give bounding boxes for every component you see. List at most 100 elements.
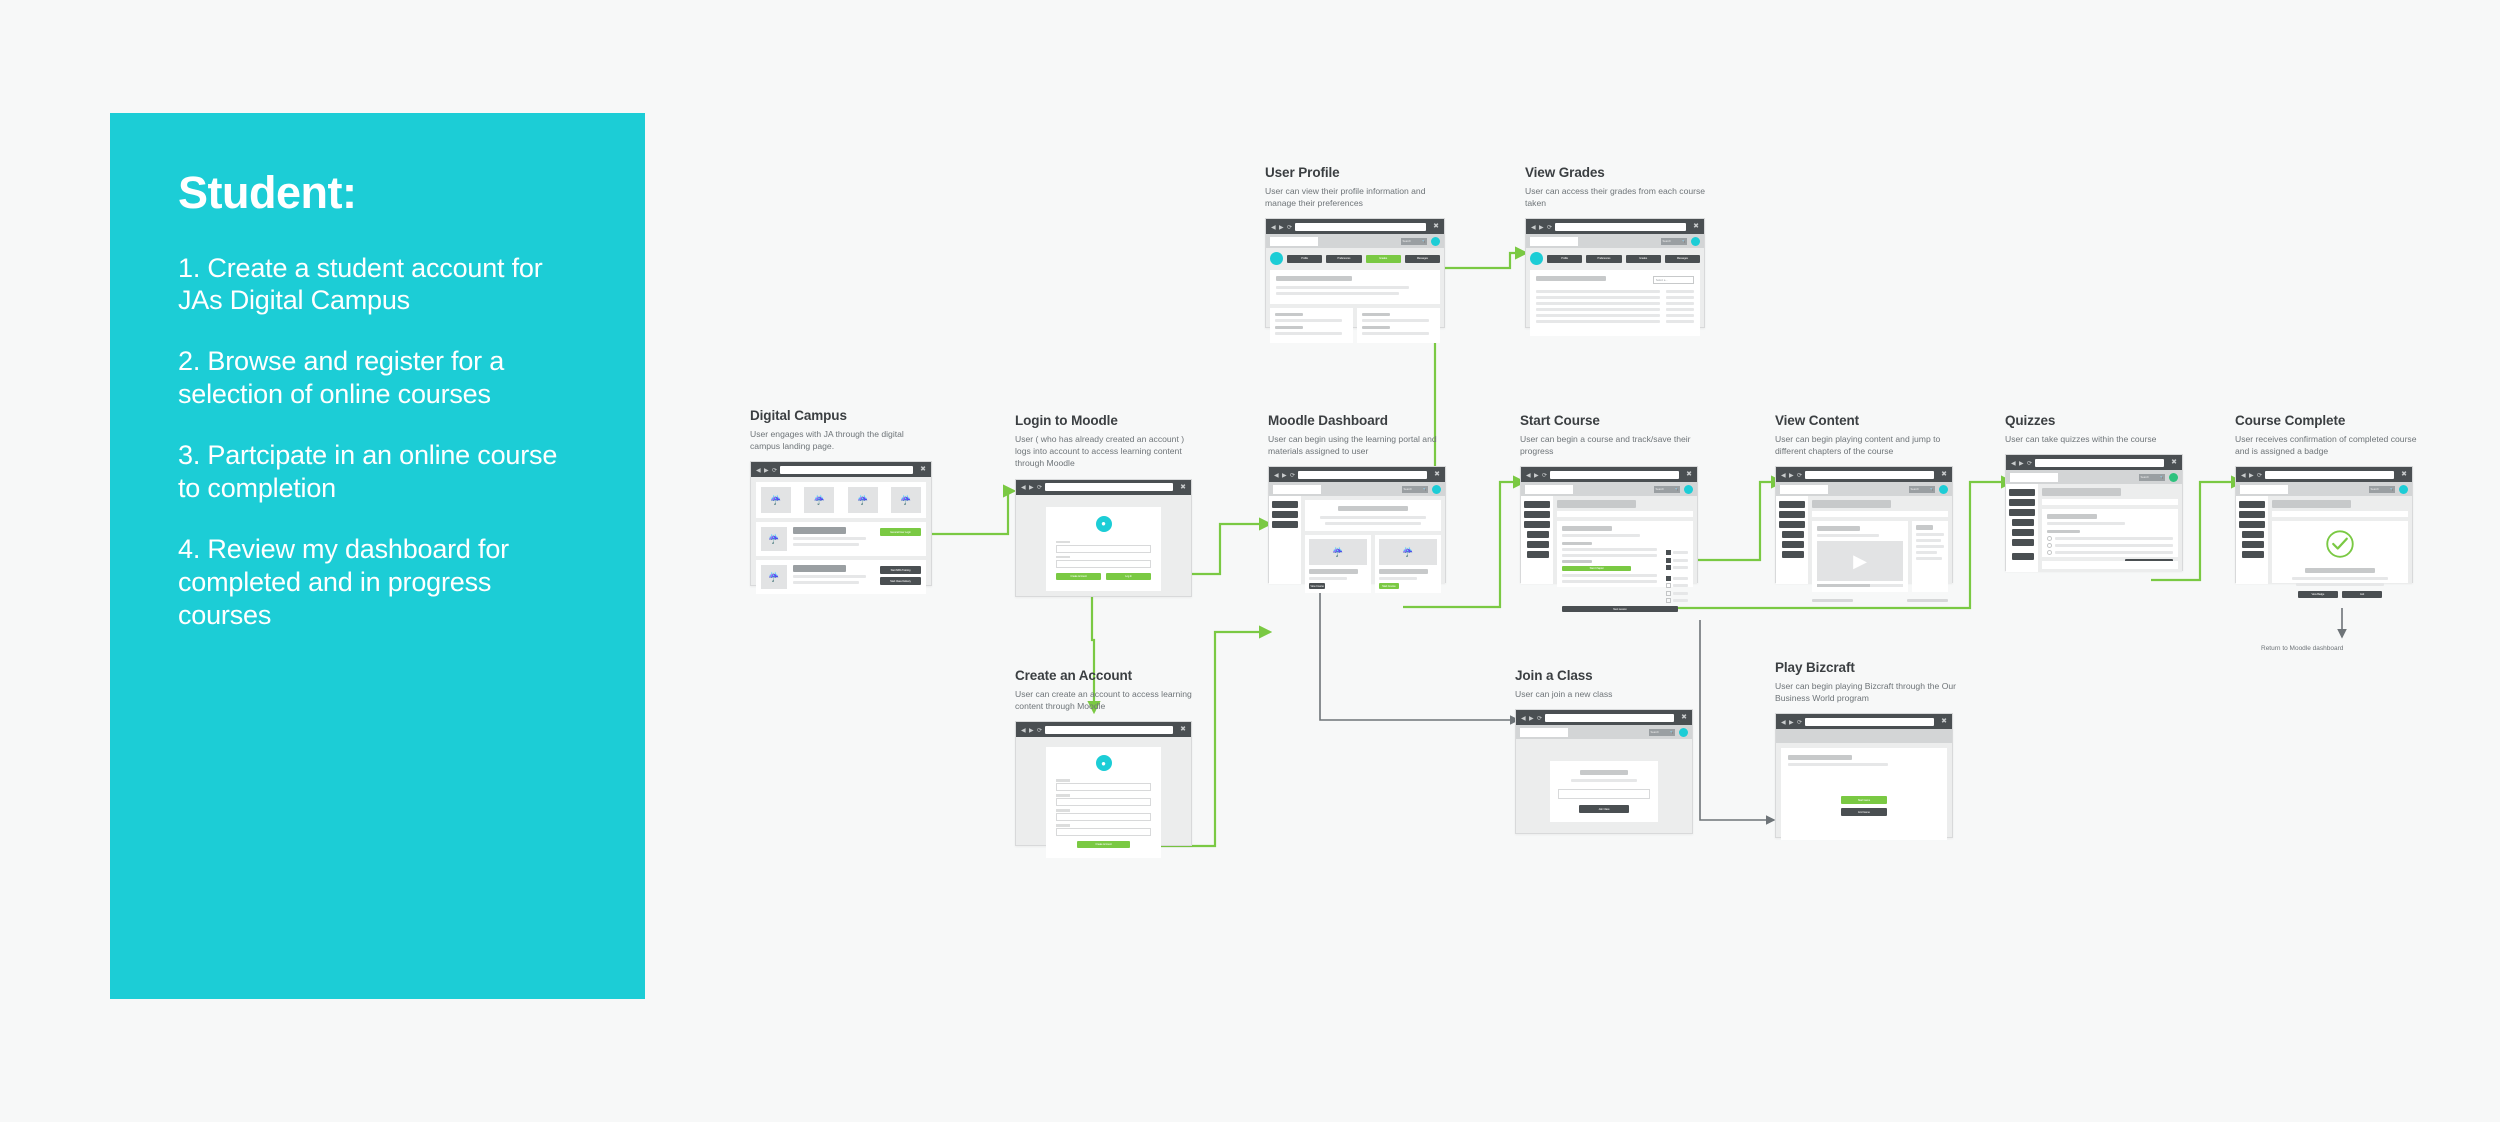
avatar[interactable]	[1431, 236, 1440, 246]
close-icon[interactable]: ✖	[1180, 484, 1186, 491]
search-input[interactable]: Search 🔍	[2139, 473, 2165, 481]
address-bar[interactable]	[1545, 713, 1675, 722]
sidebar-item-dashboard[interactable]	[2009, 489, 2035, 497]
close-icon[interactable]: ✖	[1693, 223, 1699, 230]
reload-icon[interactable]: ⟳	[1287, 225, 1292, 231]
reload-icon[interactable]: ⟳	[2257, 473, 2262, 479]
back-icon[interactable]: ◀	[2011, 461, 2016, 467]
next-lesson-button[interactable]: Next Lesson	[1562, 606, 1678, 613]
end-game-button[interactable]: End Game	[1841, 808, 1887, 817]
close-icon[interactable]: ✖	[1434, 471, 1440, 478]
email-field[interactable]	[1056, 813, 1151, 822]
video-progress[interactable]	[1817, 584, 1903, 588]
sidebar-item-grades[interactable]	[2242, 531, 2264, 539]
sidebar-item-dashboard[interactable]	[2239, 501, 2265, 509]
back-icon[interactable]: ◀	[1021, 728, 1026, 734]
course-card[interactable]: ☔ Start Course	[1375, 535, 1441, 594]
close-icon[interactable]: ✖	[2171, 459, 2177, 466]
back-icon[interactable]: ◀	[1526, 473, 1531, 479]
sidebar-item-submit[interactable]	[2012, 553, 2034, 561]
forward-icon[interactable]: ▶	[1529, 716, 1534, 722]
sidebar-item-my-courses[interactable]	[1272, 521, 1298, 529]
course-card[interactable]: ☔ View Course	[1305, 535, 1371, 594]
sidebar-item-join-class[interactable]	[1524, 511, 1550, 519]
course-select[interactable]: Select a...	[1652, 276, 1694, 285]
forward-icon[interactable]: ▶	[1539, 225, 1544, 231]
address-bar[interactable]	[1805, 717, 1935, 726]
sidebar-item-grades[interactable]	[1527, 531, 1549, 539]
start-chapter-button[interactable]: Start Chapter	[1562, 566, 1632, 572]
reload-icon[interactable]: ⟳	[1037, 485, 1042, 491]
tab-profile[interactable]: Profile	[1547, 254, 1583, 263]
create-account-button[interactable]: Create Account	[1056, 572, 1101, 580]
sidebar-item-video-intro[interactable]	[1527, 541, 1549, 549]
close-icon[interactable]: ✖	[1941, 718, 1947, 725]
sidebar-item-extra-resources[interactable]	[1527, 551, 1549, 559]
reload-icon[interactable]: ⟳	[1537, 716, 1542, 722]
forward-icon[interactable]: ▶	[1282, 473, 1287, 479]
search-input[interactable]: Search 🔍	[2369, 485, 2395, 493]
quiz-option-radio[interactable]	[2047, 536, 2052, 542]
forward-icon[interactable]: ▶	[1029, 728, 1034, 734]
back-icon[interactable]: ◀	[756, 468, 761, 474]
address-bar[interactable]	[1550, 470, 1680, 479]
address-bar[interactable]	[780, 465, 914, 474]
reload-icon[interactable]: ⟳	[2027, 461, 2032, 467]
avatar[interactable]	[1432, 484, 1441, 494]
sidebar-item-join-class[interactable]	[2239, 511, 2265, 519]
close-icon[interactable]: ✖	[1433, 223, 1439, 230]
close-icon[interactable]: ✖	[2401, 471, 2407, 478]
reload-icon[interactable]: ⟳	[1797, 473, 1802, 479]
close-icon[interactable]: ✖	[1681, 714, 1687, 721]
join-class-button[interactable]: Join Class	[1579, 805, 1629, 814]
last-name-field[interactable]	[1056, 798, 1151, 807]
class-code-field[interactable]	[1558, 789, 1650, 800]
exit-button[interactable]: Exit	[2342, 591, 2383, 599]
tab-preferences[interactable]: Preferences	[1326, 254, 1362, 263]
log-in-button[interactable]: Log In	[1106, 572, 1151, 580]
start-mba-training-button[interactable]: Start MBA Training	[880, 566, 921, 575]
sidebar-item-extra-resources[interactable]	[2012, 539, 2034, 547]
address-bar[interactable]	[1805, 470, 1935, 479]
sidebar-item-extra-resources[interactable]	[2242, 551, 2264, 559]
quiz-option-radio[interactable]	[2047, 543, 2052, 549]
back-icon[interactable]: ◀	[2241, 473, 2246, 479]
address-bar[interactable]	[2265, 470, 2395, 479]
tab-profile[interactable]: Profile	[1287, 254, 1323, 263]
back-icon[interactable]: ◀	[1271, 225, 1276, 231]
search-input[interactable]: Search 🔍	[1401, 237, 1427, 245]
sidebar-item-grades[interactable]	[2012, 519, 2034, 527]
sidebar-item-my-courses[interactable]	[2009, 509, 2035, 517]
back-icon[interactable]: ◀	[1021, 485, 1026, 491]
sidebar-item-dashboard[interactable]	[1524, 501, 1550, 509]
avatar[interactable]	[1939, 484, 1948, 494]
password-field[interactable]	[1056, 559, 1151, 568]
close-icon[interactable]: ✖	[1941, 471, 1947, 478]
sidebar-item-grades[interactable]	[1782, 531, 1804, 539]
reload-icon[interactable]: ⟳	[1037, 728, 1042, 734]
tab-preferences[interactable]: Preferences	[1586, 254, 1622, 263]
sidebar-item-join-class[interactable]	[2009, 499, 2035, 507]
sidebar-item-my-courses[interactable]	[1779, 521, 1805, 529]
avatar[interactable]	[1684, 484, 1693, 494]
back-icon[interactable]: ◀	[1274, 473, 1279, 479]
tab-grades[interactable]: Grades	[1365, 254, 1401, 263]
address-bar[interactable]	[1045, 725, 1174, 734]
forward-icon[interactable]: ▶	[2249, 473, 2254, 479]
password-field[interactable]	[1056, 828, 1151, 837]
search-input[interactable]: Search 🔍	[1402, 485, 1428, 493]
view-course-button[interactable]: View Course	[1309, 583, 1326, 590]
reload-icon[interactable]: ⟳	[1542, 473, 1547, 479]
forward-icon[interactable]: ▶	[1534, 473, 1539, 479]
sidebar-item-join-class[interactable]	[1272, 511, 1298, 519]
view-badge-button[interactable]: View Badge	[2297, 591, 2338, 599]
back-icon[interactable]: ◀	[1781, 473, 1786, 479]
address-bar[interactable]	[2035, 458, 2165, 467]
start-class-delivery-button[interactable]: Start Class Delivery	[880, 577, 921, 586]
search-input[interactable]: Search 🔍	[1649, 728, 1675, 736]
start-game-button[interactable]: Start Game	[1841, 796, 1887, 805]
play-icon[interactable]: ▶	[1817, 541, 1903, 582]
general-user-login-button[interactable]: General User Login	[880, 528, 921, 537]
tab-grades[interactable]: Grades	[1625, 254, 1661, 263]
search-input[interactable]: Search 🔍	[1654, 485, 1680, 493]
